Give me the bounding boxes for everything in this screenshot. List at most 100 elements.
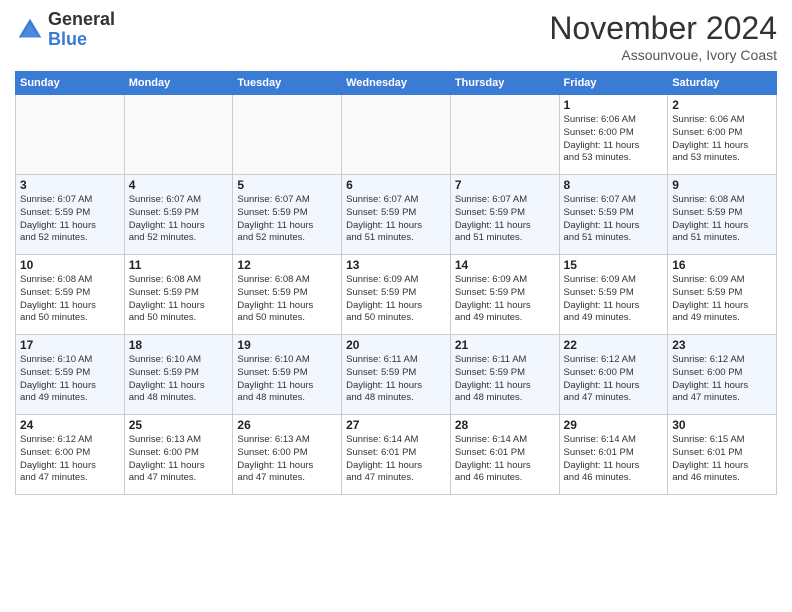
logo-area: General Blue (15, 10, 115, 50)
calendar-day-5: 5 Sunrise: 6:07 AMSunset: 5:59 PMDaylight… (233, 175, 342, 255)
day-number: 26 (237, 418, 337, 432)
day-info: Sunrise: 6:07 AMSunset: 5:59 PMDaylight:… (20, 194, 120, 245)
calendar-day-9: 9 Sunrise: 6:08 AMSunset: 5:59 PMDaylight… (668, 175, 777, 255)
day-number: 23 (672, 338, 772, 352)
day-number: 28 (455, 418, 555, 432)
calendar-week-3: 10 Sunrise: 6:08 AMSunset: 5:59 PMDayligh… (16, 255, 777, 335)
day-number: 10 (20, 258, 120, 272)
logo-general: General (48, 10, 115, 30)
day-info: Sunrise: 6:09 AMSunset: 5:59 PMDaylight:… (346, 274, 446, 325)
day-number: 30 (672, 418, 772, 432)
title-area: November 2024 Assounvoue, Ivory Coast (549, 10, 777, 63)
calendar-day-30: 30 Sunrise: 6:15 AMSunset: 6:01 PMDayligh… (668, 415, 777, 495)
day-info: Sunrise: 6:08 AMSunset: 5:59 PMDaylight:… (672, 194, 772, 245)
month-title: November 2024 (549, 10, 777, 47)
weekday-header-tuesday: Tuesday (233, 72, 342, 95)
day-info: Sunrise: 6:10 AMSunset: 5:59 PMDaylight:… (237, 354, 337, 405)
day-number: 6 (346, 178, 446, 192)
weekday-header-row: SundayMondayTuesdayWednesdayThursdayFrid… (16, 72, 777, 95)
calendar-day-3: 3 Sunrise: 6:07 AMSunset: 5:59 PMDaylight… (16, 175, 125, 255)
calendar-empty (16, 95, 125, 175)
calendar-day-2: 2 Sunrise: 6:06 AMSunset: 6:00 PMDaylight… (668, 95, 777, 175)
calendar-week-2: 3 Sunrise: 6:07 AMSunset: 5:59 PMDaylight… (16, 175, 777, 255)
calendar-day-15: 15Sunrise: 6:09 AMSunset: 5:59 PMDayligh… (559, 255, 668, 335)
calendar-week-4: 17 Sunrise: 6:10 AMSunset: 5:59 PMDayligh… (16, 335, 777, 415)
calendar-week-1: 1 Sunrise: 6:06 AMSunset: 6:00 PMDaylight… (16, 95, 777, 175)
calendar-day-26: 26 Sunrise: 6:13 AMSunset: 6:00 PMDayligh… (233, 415, 342, 495)
day-info: Sunrise: 6:12 AMSunset: 6:00 PMDaylight:… (672, 354, 772, 405)
day-number: 9 (672, 178, 772, 192)
calendar-day-10: 10 Sunrise: 6:08 AMSunset: 5:59 PMDayligh… (16, 255, 125, 335)
day-number: 7 (455, 178, 555, 192)
calendar-day-1: 1 Sunrise: 6:06 AMSunset: 6:00 PMDaylight… (559, 95, 668, 175)
calendar-day-27: 27 Sunrise: 6:14 AMSunset: 6:01 PMDayligh… (342, 415, 451, 495)
weekday-header-thursday: Thursday (450, 72, 559, 95)
header: General Blue November 2024 Assounvoue, I… (15, 10, 777, 63)
calendar-day-21: 21Sunrise: 6:11 AMSunset: 5:59 PMDayligh… (450, 335, 559, 415)
day-number: 5 (237, 178, 337, 192)
calendar-week-5: 24Sunrise: 6:12 AMSunset: 6:00 PMDayligh… (16, 415, 777, 495)
calendar: SundayMondayTuesdayWednesdayThursdayFrid… (15, 71, 777, 495)
calendar-day-22: 22 Sunrise: 6:12 AMSunset: 6:00 PMDayligh… (559, 335, 668, 415)
calendar-day-14: 14Sunrise: 6:09 AMSunset: 5:59 PMDayligh… (450, 255, 559, 335)
calendar-day-25: 25Sunrise: 6:13 AMSunset: 6:00 PMDayligh… (124, 415, 233, 495)
calendar-header: SundayMondayTuesdayWednesdayThursdayFrid… (16, 72, 777, 95)
day-info: Sunrise: 6:07 AMSunset: 5:59 PMDaylight:… (455, 194, 555, 245)
day-number: 18 (129, 338, 229, 352)
day-number: 20 (346, 338, 446, 352)
day-info: Sunrise: 6:15 AMSunset: 6:01 PMDaylight:… (672, 434, 772, 485)
day-number: 19 (237, 338, 337, 352)
day-info: Sunrise: 6:14 AMSunset: 6:01 PMDaylight:… (564, 434, 664, 485)
logo-icon (15, 15, 45, 45)
day-number: 8 (564, 178, 664, 192)
day-number: 17 (20, 338, 120, 352)
day-info: Sunrise: 6:12 AMSunset: 6:00 PMDaylight:… (20, 434, 120, 485)
location: Assounvoue, Ivory Coast (549, 47, 777, 63)
day-number: 22 (564, 338, 664, 352)
day-number: 27 (346, 418, 446, 432)
day-info: Sunrise: 6:09 AMSunset: 5:59 PMDaylight:… (672, 274, 772, 325)
day-number: 15 (564, 258, 664, 272)
day-number: 16 (672, 258, 772, 272)
calendar-day-17: 17 Sunrise: 6:10 AMSunset: 5:59 PMDayligh… (16, 335, 125, 415)
day-info: Sunrise: 6:12 AMSunset: 6:00 PMDaylight:… (564, 354, 664, 405)
day-info: Sunrise: 6:07 AMSunset: 5:59 PMDaylight:… (129, 194, 229, 245)
day-info: Sunrise: 6:10 AMSunset: 5:59 PMDaylight:… (20, 354, 120, 405)
day-info: Sunrise: 6:06 AMSunset: 6:00 PMDaylight:… (564, 114, 664, 165)
day-info: Sunrise: 6:11 AMSunset: 5:59 PMDaylight:… (346, 354, 446, 405)
day-number: 13 (346, 258, 446, 272)
calendar-day-6: 6 Sunrise: 6:07 AMSunset: 5:59 PMDaylight… (342, 175, 451, 255)
calendar-day-12: 12Sunrise: 6:08 AMSunset: 5:59 PMDayligh… (233, 255, 342, 335)
day-info: Sunrise: 6:13 AMSunset: 6:00 PMDaylight:… (129, 434, 229, 485)
calendar-day-4: 4Sunrise: 6:07 AMSunset: 5:59 PMDaylight… (124, 175, 233, 255)
weekday-header-wednesday: Wednesday (342, 72, 451, 95)
day-number: 11 (129, 258, 229, 272)
day-number: 14 (455, 258, 555, 272)
day-info: Sunrise: 6:07 AMSunset: 5:59 PMDaylight:… (237, 194, 337, 245)
day-number: 29 (564, 418, 664, 432)
day-number: 2 (672, 98, 772, 112)
weekday-header-saturday: Saturday (668, 72, 777, 95)
day-number: 3 (20, 178, 120, 192)
calendar-day-16: 16 Sunrise: 6:09 AMSunset: 5:59 PMDayligh… (668, 255, 777, 335)
day-info: Sunrise: 6:07 AMSunset: 5:59 PMDaylight:… (346, 194, 446, 245)
calendar-empty (342, 95, 451, 175)
day-info: Sunrise: 6:14 AMSunset: 6:01 PMDaylight:… (455, 434, 555, 485)
page: General Blue November 2024 Assounvoue, I… (0, 0, 792, 505)
calendar-day-20: 20 Sunrise: 6:11 AMSunset: 5:59 PMDayligh… (342, 335, 451, 415)
day-number: 1 (564, 98, 664, 112)
day-info: Sunrise: 6:06 AMSunset: 6:00 PMDaylight:… (672, 114, 772, 165)
calendar-day-23: 23 Sunrise: 6:12 AMSunset: 6:00 PMDayligh… (668, 335, 777, 415)
calendar-day-18: 18 Sunrise: 6:10 AMSunset: 5:59 PMDayligh… (124, 335, 233, 415)
day-info: Sunrise: 6:08 AMSunset: 5:59 PMDaylight:… (237, 274, 337, 325)
day-info: Sunrise: 6:10 AMSunset: 5:59 PMDaylight:… (129, 354, 229, 405)
day-info: Sunrise: 6:13 AMSunset: 6:00 PMDaylight:… (237, 434, 337, 485)
calendar-empty (450, 95, 559, 175)
calendar-day-19: 19 Sunrise: 6:10 AMSunset: 5:59 PMDayligh… (233, 335, 342, 415)
logo-blue: Blue (48, 30, 115, 50)
day-info: Sunrise: 6:08 AMSunset: 5:59 PMDaylight:… (20, 274, 120, 325)
weekday-header-sunday: Sunday (16, 72, 125, 95)
day-info: Sunrise: 6:14 AMSunset: 6:01 PMDaylight:… (346, 434, 446, 485)
calendar-empty (124, 95, 233, 175)
weekday-header-monday: Monday (124, 72, 233, 95)
